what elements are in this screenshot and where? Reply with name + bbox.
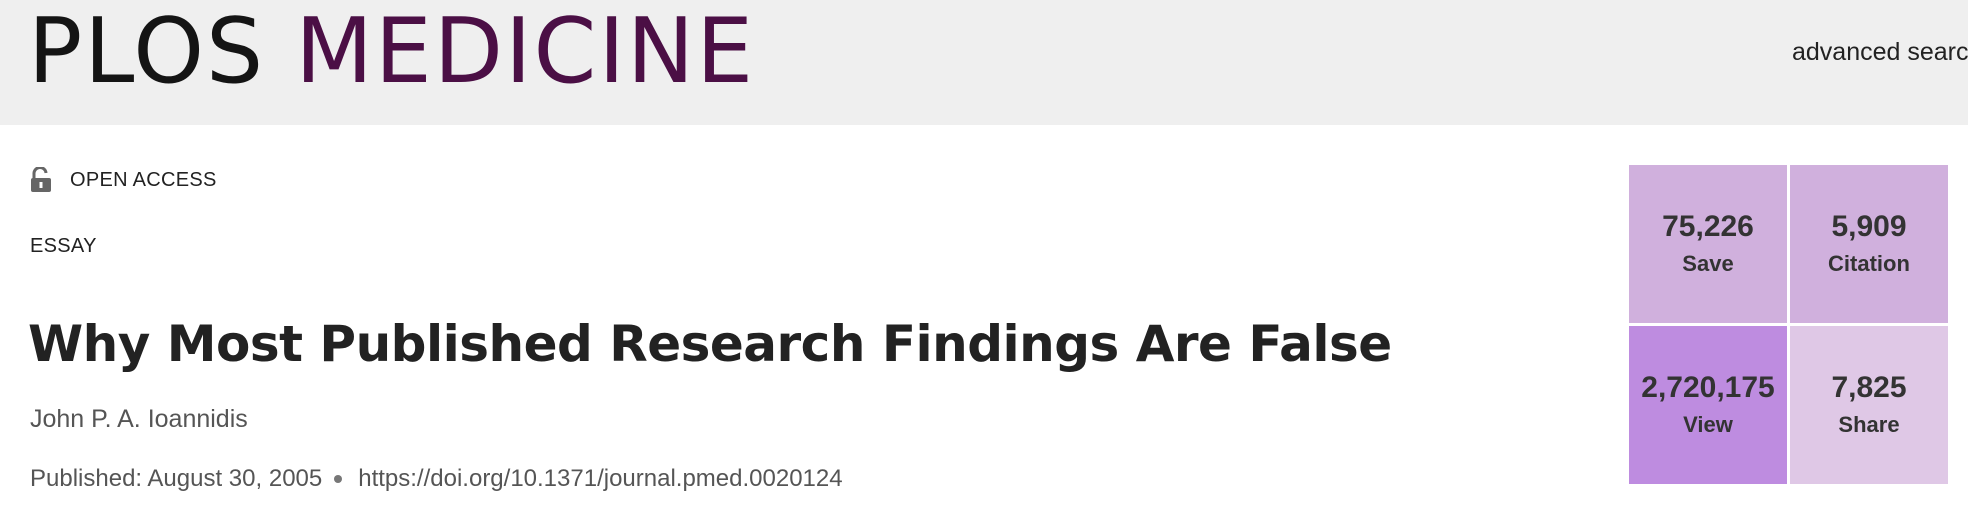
article-title: Why Most Published Research Findings Are…	[28, 315, 1392, 373]
metric-save-label: Save	[1682, 251, 1734, 276]
journal-logo[interactable]: PLOS MEDICINE	[28, 2, 755, 102]
site-header: PLOS MEDICINE advanced searc	[0, 0, 1968, 125]
logo-plos-text: PLOS	[28, 0, 266, 104]
unlocked-padlock-icon	[30, 166, 52, 193]
metric-citation[interactable]: 5,909 Citation	[1790, 165, 1948, 323]
open-access-label: OPEN ACCESS	[70, 168, 217, 191]
article-type: ESSAY	[30, 235, 97, 257]
author-link[interactable]: John P. A. Ioannidis	[30, 405, 248, 434]
advanced-search-link[interactable]: advanced searc	[1792, 38, 1968, 67]
open-access-badge: OPEN ACCESS	[30, 166, 217, 193]
published-date: Published: August 30, 2005	[30, 465, 323, 492]
metric-share-value: 7,825	[1831, 371, 1907, 404]
logo-medicine-text: MEDICINE	[295, 0, 756, 104]
metric-view[interactable]: 2,720,175 View	[1629, 326, 1787, 484]
metric-view-value: 2,720,175	[1641, 371, 1775, 404]
doi-link[interactable]: https://doi.org/10.1371/journal.pmed.002…	[358, 465, 842, 493]
metric-citation-value: 5,909	[1831, 210, 1907, 243]
separator-bullet	[334, 475, 343, 483]
metric-citation-label: Citation	[1828, 251, 1910, 276]
publication-info: Published: August 30, 2005 https://doi.o…	[30, 465, 843, 493]
article-metrics: 75,226 Save 5,909 Citation 2,720,175 Vie…	[1629, 165, 1949, 485]
metric-save-value: 75,226	[1662, 210, 1754, 243]
metric-share-label: Share	[1838, 412, 1900, 437]
article-header: OPEN ACCESS ESSAY Why Most Published Res…	[0, 125, 1968, 516]
metric-view-label: View	[1683, 412, 1733, 437]
metric-share[interactable]: 7,825 Share	[1790, 326, 1948, 484]
metric-save[interactable]: 75,226 Save	[1629, 165, 1787, 323]
